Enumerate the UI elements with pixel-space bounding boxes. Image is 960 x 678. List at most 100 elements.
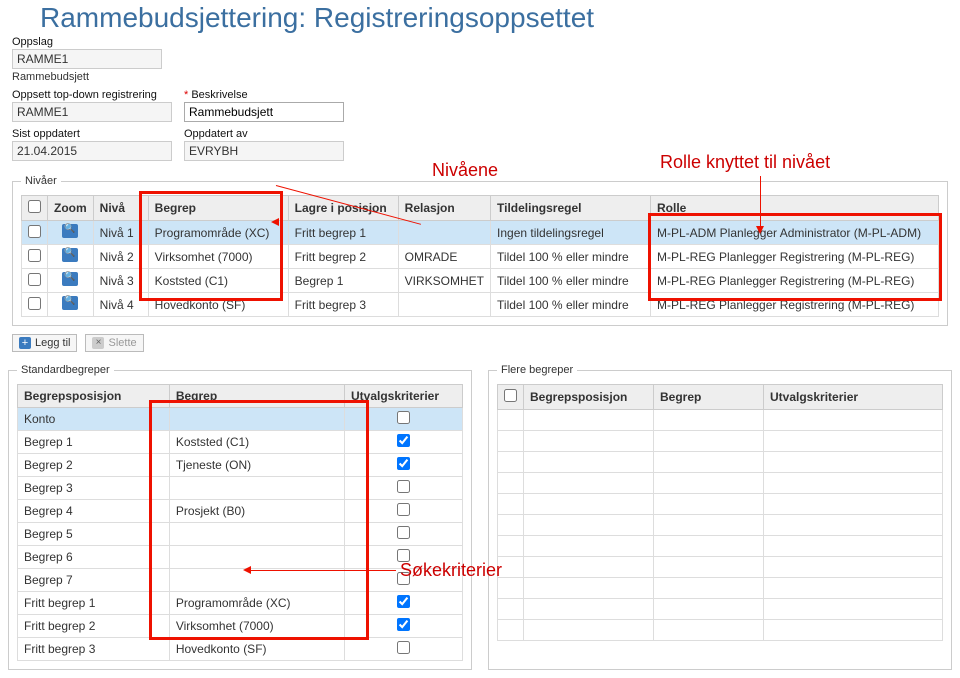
- table-row[interactable]: Konto: [18, 408, 463, 431]
- std-begrep[interactable]: [169, 569, 344, 592]
- cell-rolle[interactable]: M-PL-REG Planlegger Registrering (M-PL-R…: [651, 269, 939, 293]
- levels-fieldset: Nivåer Zoom Nivå Begrep Lagre i posisjon…: [12, 175, 948, 326]
- levels-table: Zoom Nivå Begrep Lagre i posisjon Relasj…: [21, 195, 939, 317]
- std-pos: Fritt begrep 1: [18, 592, 170, 615]
- cell-relasjon[interactable]: [398, 293, 490, 317]
- table-row[interactable]: [498, 410, 943, 431]
- table-row[interactable]: Nivå 1Programområde (XC)Fritt begrep 1 In…: [22, 221, 939, 245]
- setup-code-value[interactable]: RAMME1: [12, 102, 172, 122]
- cell-begrep[interactable]: Koststed (C1): [148, 269, 288, 293]
- table-row[interactable]: Fritt begrep 3Hovedkonto (SF): [18, 638, 463, 661]
- table-row[interactable]: Nivå 2Virksomhet (7000)Fritt begrep 2OMR…: [22, 245, 939, 269]
- std-checkbox[interactable]: [397, 549, 410, 562]
- delete-button[interactable]: × Slette: [85, 334, 143, 352]
- std-checkbox[interactable]: [397, 411, 410, 424]
- table-row[interactable]: Nivå 4Hovedkonto (SF)Fritt begrep 3Tilde…: [22, 293, 939, 317]
- cell-rolle[interactable]: M-PL-REG Planlegger Registrering (M-PL-R…: [651, 293, 939, 317]
- row-checkbox[interactable]: [28, 225, 41, 238]
- zoom-icon[interactable]: [62, 248, 78, 262]
- table-row[interactable]: [498, 452, 943, 473]
- table-row[interactable]: [498, 473, 943, 494]
- cell-relasjon[interactable]: OMRADE: [398, 245, 490, 269]
- std-begrep[interactable]: [169, 477, 344, 500]
- std-begrep[interactable]: [169, 546, 344, 569]
- levels-legend: Nivåer: [21, 175, 61, 187]
- cell-lagre[interactable]: Fritt begrep 1: [288, 221, 398, 245]
- cell-relasjon[interactable]: [398, 221, 490, 245]
- std-col-utvalg: Utvalgskriterier: [344, 385, 462, 408]
- std-pos: Fritt begrep 3: [18, 638, 170, 661]
- cell-lagre[interactable]: Fritt begrep 2: [288, 245, 398, 269]
- std-begrep[interactable]: [169, 408, 344, 431]
- table-row[interactable]: [498, 599, 943, 620]
- std-begrep[interactable]: Tjeneste (ON): [169, 454, 344, 477]
- cell-tildeling[interactable]: Tildel 100 % eller mindre: [491, 269, 651, 293]
- cell-tildeling[interactable]: Ingen tildelingsregel: [491, 221, 651, 245]
- standard-table: Begrepsposisjon Begrep Utvalgskriterier …: [17, 384, 463, 661]
- table-row[interactable]: [498, 515, 943, 536]
- std-begrep[interactable]: Koststed (C1): [169, 431, 344, 454]
- cell-relasjon[interactable]: VIRKSOMHET: [398, 269, 490, 293]
- std-checkbox[interactable]: [397, 457, 410, 470]
- table-row[interactable]: Begrep 4Prosjekt (B0): [18, 500, 463, 523]
- setup-desc-input[interactable]: [184, 102, 344, 122]
- table-row[interactable]: [498, 536, 943, 557]
- table-row[interactable]: [498, 557, 943, 578]
- cell-niva: Nivå 1: [93, 221, 148, 245]
- table-row[interactable]: Begrep 6: [18, 546, 463, 569]
- standard-fieldset: Standardbegreper Begrepsposisjon Begrep …: [8, 364, 472, 670]
- std-checkbox[interactable]: [397, 572, 410, 585]
- std-pos: Begrep 6: [18, 546, 170, 569]
- std-checkbox[interactable]: [397, 503, 410, 516]
- cell-rolle[interactable]: M-PL-ADM Planlegger Administrator (M-PL-…: [651, 221, 939, 245]
- updated-label: Sist oppdatert: [12, 128, 172, 140]
- std-begrep[interactable]: Prosjekt (B0): [169, 500, 344, 523]
- col-lagre: Lagre i posisjon: [288, 196, 398, 221]
- row-checkbox[interactable]: [28, 273, 41, 286]
- flere-col-pos: Begrepsposisjon: [524, 385, 654, 410]
- table-row[interactable]: Fritt begrep 2Virksomhet (7000): [18, 615, 463, 638]
- std-pos: Begrep 1: [18, 431, 170, 454]
- cell-tildeling[interactable]: Tildel 100 % eller mindre: [491, 245, 651, 269]
- table-row[interactable]: Nivå 3Koststed (C1)Begrep 1VIRKSOMHETTil…: [22, 269, 939, 293]
- zoom-icon[interactable]: [62, 272, 78, 286]
- cell-lagre[interactable]: Begrep 1: [288, 269, 398, 293]
- std-checkbox[interactable]: [397, 618, 410, 631]
- std-begrep[interactable]: [169, 523, 344, 546]
- cell-rolle[interactable]: M-PL-REG Planlegger Registrering (M-PL-R…: [651, 245, 939, 269]
- table-row[interactable]: Fritt begrep 1Programområde (XC): [18, 592, 463, 615]
- zoom-icon[interactable]: [62, 296, 78, 310]
- table-row[interactable]: [498, 431, 943, 452]
- add-button[interactable]: + Legg til: [12, 334, 77, 352]
- table-row[interactable]: Begrep 2Tjeneste (ON): [18, 454, 463, 477]
- table-row[interactable]: [498, 620, 943, 641]
- flere-select-all[interactable]: [504, 389, 517, 402]
- lookup-value[interactable]: RAMME1: [12, 49, 162, 69]
- levels-select-all[interactable]: [28, 200, 41, 213]
- col-begrep: Begrep: [148, 196, 288, 221]
- updated-value: 21.04.2015: [12, 141, 172, 161]
- table-row[interactable]: Begrep 7: [18, 569, 463, 592]
- cell-begrep[interactable]: Hovedkonto (SF): [148, 293, 288, 317]
- std-begrep[interactable]: Virksomhet (7000): [169, 615, 344, 638]
- cell-begrep[interactable]: Programområde (XC): [148, 221, 288, 245]
- cell-tildeling[interactable]: Tildel 100 % eller mindre: [491, 293, 651, 317]
- table-row[interactable]: Begrep 1Koststed (C1): [18, 431, 463, 454]
- std-begrep[interactable]: Hovedkonto (SF): [169, 638, 344, 661]
- zoom-icon[interactable]: [62, 224, 78, 238]
- table-row[interactable]: Begrep 3: [18, 477, 463, 500]
- table-row[interactable]: [498, 578, 943, 599]
- row-checkbox[interactable]: [28, 297, 41, 310]
- cell-begrep[interactable]: Virksomhet (7000): [148, 245, 288, 269]
- row-checkbox[interactable]: [28, 249, 41, 262]
- cell-lagre[interactable]: Fritt begrep 3: [288, 293, 398, 317]
- std-checkbox[interactable]: [397, 480, 410, 493]
- std-checkbox[interactable]: [397, 595, 410, 608]
- std-checkbox[interactable]: [397, 434, 410, 447]
- std-checkbox[interactable]: [397, 641, 410, 654]
- std-col-begrep: Begrep: [169, 385, 344, 408]
- std-begrep[interactable]: Programområde (XC): [169, 592, 344, 615]
- table-row[interactable]: Begrep 5: [18, 523, 463, 546]
- std-checkbox[interactable]: [397, 526, 410, 539]
- table-row[interactable]: [498, 494, 943, 515]
